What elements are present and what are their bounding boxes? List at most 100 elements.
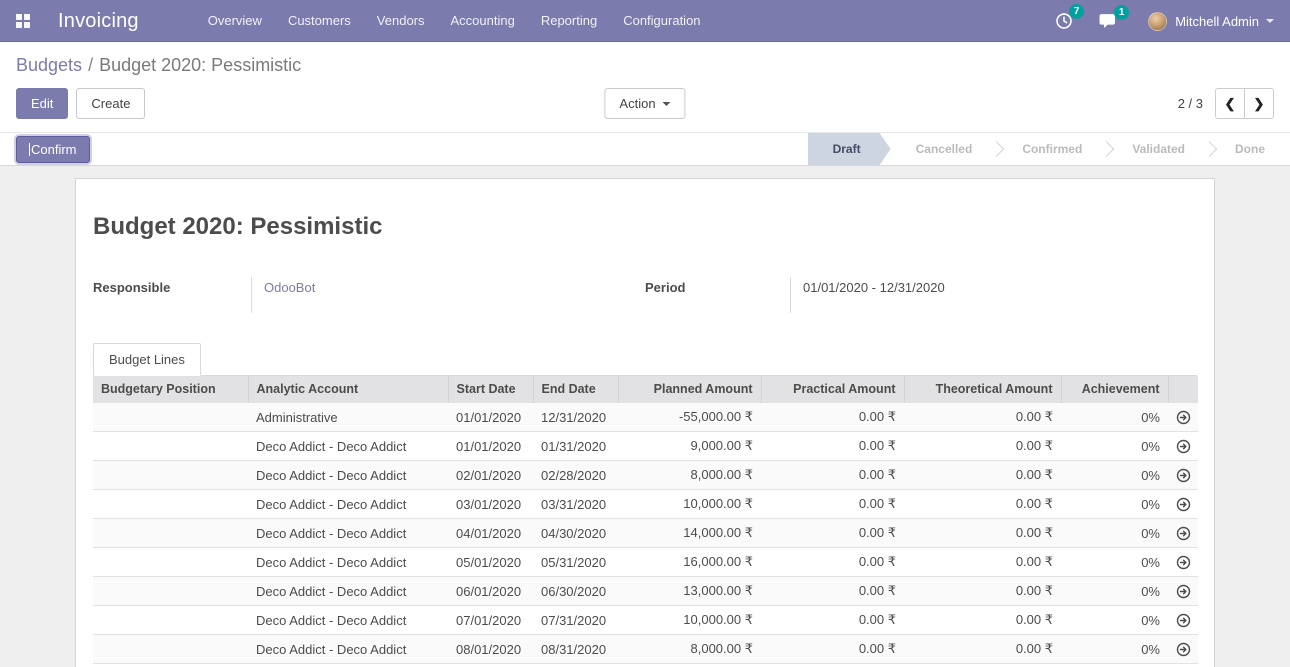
column-header-practical-amount[interactable]: Practical Amount bbox=[761, 376, 904, 403]
user-menu[interactable]: Mitchell Admin bbox=[1148, 12, 1274, 31]
cell-open-record bbox=[1168, 432, 1198, 461]
cell-open-record bbox=[1168, 519, 1198, 548]
cell-practical-amount: 0.00 ₹ bbox=[761, 635, 904, 664]
cell-start-date: 01/01/2020 bbox=[448, 432, 533, 461]
cell-end-date: 07/31/2020 bbox=[533, 606, 618, 635]
cell-budgetary-position bbox=[93, 461, 248, 490]
record-title: Budget 2020: Pessimistic bbox=[93, 213, 1197, 241]
open-record-icon[interactable] bbox=[1176, 526, 1191, 541]
budget-line-row[interactable]: Deco Addict - Deco Addict08/01/202008/31… bbox=[93, 635, 1198, 664]
lines-table-header-row: Budgetary PositionAnalytic AccountStart … bbox=[93, 376, 1198, 403]
budget-line-row[interactable]: Deco Addict - Deco Addict03/01/202003/31… bbox=[93, 490, 1198, 519]
menu-vendors[interactable]: Vendors bbox=[364, 0, 438, 42]
open-record-icon[interactable] bbox=[1176, 497, 1191, 512]
cell-open-record bbox=[1168, 403, 1198, 432]
control-panel: Budgets / Budget 2020: Pessimistic Edit Cr… bbox=[0, 42, 1290, 132]
column-header-start-date[interactable]: Start Date bbox=[448, 376, 533, 403]
cell-achievement: 0% bbox=[1061, 664, 1168, 667]
cell-achievement: 0% bbox=[1061, 519, 1168, 548]
open-record-icon[interactable] bbox=[1176, 468, 1191, 483]
menu-accounting[interactable]: Accounting bbox=[438, 0, 528, 42]
cell-start-date: 01/01/2020 bbox=[448, 403, 533, 432]
stage-draft[interactable]: Draft bbox=[808, 133, 891, 165]
cell-budgetary-position bbox=[93, 577, 248, 606]
budget-line-row[interactable]: Deco Addict - Deco Addict05/01/202005/31… bbox=[93, 548, 1198, 577]
cell-end-date: 08/31/2020 bbox=[533, 635, 618, 664]
cell-analytic-account: Deco Addict - Deco Addict bbox=[248, 606, 448, 635]
field-responsible-value[interactable]: OdooBot bbox=[251, 277, 645, 313]
stage-done[interactable]: Done bbox=[1210, 133, 1290, 165]
cell-end-date: 12/31/2020 bbox=[533, 403, 618, 432]
cell-planned-amount: 13,000.00 ₹ bbox=[618, 577, 761, 606]
cell-theoretical-amount: 0.00 ₹ bbox=[904, 548, 1061, 577]
menu-configuration[interactable]: Configuration bbox=[610, 0, 713, 42]
cell-open-record bbox=[1168, 664, 1198, 667]
pager-previous-button[interactable]: ❮ bbox=[1215, 88, 1245, 119]
stage-confirmed[interactable]: Confirmed bbox=[997, 133, 1107, 165]
menu-reporting[interactable]: Reporting bbox=[528, 0, 610, 42]
top-nav-right: 7 1 Mitchell Admin bbox=[1029, 12, 1274, 31]
create-button[interactable]: Create bbox=[76, 88, 145, 119]
cell-analytic-account: Deco Addict - Deco Addict bbox=[248, 490, 448, 519]
cell-open-record bbox=[1168, 490, 1198, 519]
activities-button[interactable]: 7 bbox=[1055, 12, 1073, 30]
cell-budgetary-position bbox=[93, 403, 248, 432]
cell-open-record bbox=[1168, 577, 1198, 606]
breadcrumb-separator: / bbox=[88, 55, 93, 75]
open-record-icon[interactable] bbox=[1176, 584, 1191, 599]
menu-customers[interactable]: Customers bbox=[275, 0, 364, 42]
cell-analytic-account: Deco Addict - Deco Addict bbox=[248, 432, 448, 461]
stage-cancelled[interactable]: Cancelled bbox=[891, 133, 998, 165]
open-record-icon[interactable] bbox=[1176, 410, 1191, 425]
cell-planned-amount: 8,000.00 ₹ bbox=[618, 461, 761, 490]
budget-line-row[interactable]: Deco Addict - Deco Addict07/01/202007/31… bbox=[93, 606, 1198, 635]
cell-theoretical-amount: 0.00 ₹ bbox=[904, 577, 1061, 606]
column-header-achievement[interactable]: Achievement bbox=[1061, 376, 1168, 403]
menu-overview[interactable]: Overview bbox=[195, 0, 275, 42]
messages-button[interactable]: 1 bbox=[1099, 13, 1118, 30]
user-name: Mitchell Admin bbox=[1175, 14, 1259, 29]
budget-line-row[interactable]: Deco Addict - Deco Addict09/01/202009/30… bbox=[93, 664, 1198, 667]
cell-practical-amount: 0.00 ₹ bbox=[761, 548, 904, 577]
edit-button[interactable]: Edit bbox=[16, 88, 68, 119]
budget-line-row[interactable]: Administrative01/01/202012/31/2020-55,00… bbox=[93, 403, 1198, 432]
apps-grid-icon[interactable] bbox=[16, 14, 30, 28]
cell-budgetary-position bbox=[93, 606, 248, 635]
open-record-icon[interactable] bbox=[1176, 613, 1191, 628]
cell-achievement: 0% bbox=[1061, 461, 1168, 490]
cell-end-date: 03/31/2020 bbox=[533, 490, 618, 519]
cell-planned-amount: 16,000.00 ₹ bbox=[618, 548, 761, 577]
cell-analytic-account: Deco Addict - Deco Addict bbox=[248, 461, 448, 490]
budget-line-row[interactable]: Deco Addict - Deco Addict01/01/202001/31… bbox=[93, 432, 1198, 461]
cell-analytic-account: Deco Addict - Deco Addict bbox=[248, 635, 448, 664]
form-view: Budget 2020: Pessimistic Responsible Odo… bbox=[0, 166, 1290, 667]
budget-line-row[interactable]: Deco Addict - Deco Addict06/01/202006/30… bbox=[93, 577, 1198, 606]
cell-budgetary-position bbox=[93, 548, 248, 577]
pager-next-button[interactable]: ❯ bbox=[1244, 88, 1274, 119]
column-header-analytic-account[interactable]: Analytic Account bbox=[248, 376, 448, 403]
open-record-icon[interactable] bbox=[1176, 642, 1191, 657]
field-period: Period 01/01/2020 - 12/31/2020 bbox=[645, 277, 1197, 313]
open-record-icon[interactable] bbox=[1176, 439, 1191, 454]
column-header-budgetary-position[interactable]: Budgetary Position bbox=[93, 376, 248, 403]
column-header-end-date[interactable]: End Date bbox=[533, 376, 618, 403]
chevron-down-icon bbox=[1266, 19, 1274, 23]
cell-achievement: 0% bbox=[1061, 577, 1168, 606]
action-dropdown-button[interactable]: Action bbox=[604, 88, 685, 119]
breadcrumb-current: Budget 2020: Pessimistic bbox=[99, 55, 301, 75]
budget-line-row[interactable]: Deco Addict - Deco Addict02/01/202002/28… bbox=[93, 461, 1198, 490]
column-header-theoretical-amount[interactable]: Theoretical Amount bbox=[904, 376, 1061, 403]
cell-practical-amount: 0.00 ₹ bbox=[761, 461, 904, 490]
cell-end-date: 09/30/2020 bbox=[533, 664, 618, 667]
confirm-button[interactable]: Confirm bbox=[16, 136, 90, 163]
budget-line-row[interactable]: Deco Addict - Deco Addict04/01/202004/30… bbox=[93, 519, 1198, 548]
column-header-open bbox=[1168, 376, 1198, 403]
column-header-planned-amount[interactable]: Planned Amount bbox=[618, 376, 761, 403]
open-record-icon[interactable] bbox=[1176, 555, 1191, 570]
breadcrumb-budgets-link[interactable]: Budgets bbox=[16, 55, 82, 75]
stage-validated[interactable]: Validated bbox=[1107, 133, 1210, 165]
app-title[interactable]: Invoicing bbox=[58, 10, 139, 33]
tab-budget-lines[interactable]: Budget Lines bbox=[93, 343, 201, 376]
field-responsible: Responsible OdooBot bbox=[93, 277, 645, 313]
cell-analytic-account: Deco Addict - Deco Addict bbox=[248, 519, 448, 548]
